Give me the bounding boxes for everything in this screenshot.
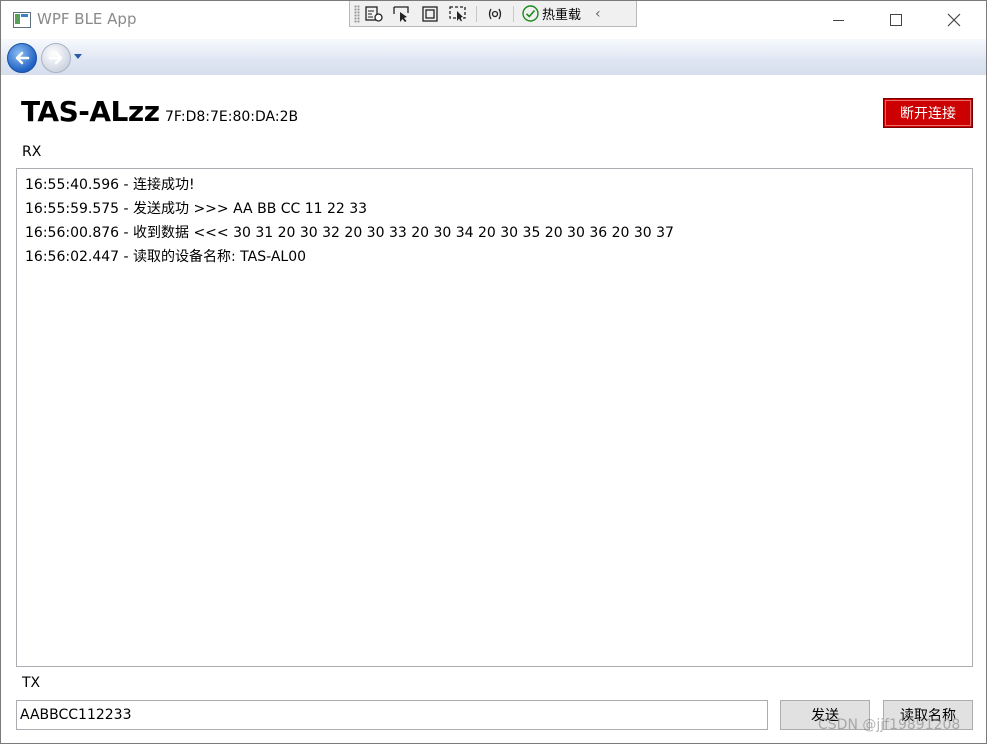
device-address: 7F:D8:7E:80:DA:2B [165,109,299,125]
history-dropdown-icon[interactable] [74,54,82,59]
app-icon [13,12,31,28]
rx-log[interactable]: 16:55:40.596 - 连接成功! 16:55:59.575 - 发送成功… [16,168,973,667]
select-element-button[interactable] [388,3,416,25]
check-circle-icon [522,5,539,22]
log-line: 16:55:59.575 - 发送成功 >>> AA BB CC 11 22 3… [25,201,368,217]
live-visual-tree-button[interactable] [360,3,388,25]
visual-tree-icon [365,5,383,22]
close-icon [947,13,961,27]
select-element-icon [393,5,409,22]
minimize-icon [832,19,844,21]
maximize-icon [890,14,902,26]
forward-button[interactable] [41,43,71,73]
close-button[interactable] [931,5,977,35]
arrow-right-icon [48,51,63,65]
back-button[interactable] [7,43,37,73]
watermark: CSDN @jjf19891208 [818,717,961,733]
app-window: WPF BLE App 热重载 ‹ TAS-ALzz 7F:D8:7E:80:D… [0,0,987,744]
minimize-button[interactable] [815,5,861,35]
disconnect-button[interactable]: 断开连接 [883,98,973,128]
binding-failures-button[interactable] [481,3,509,25]
log-line: 16:55:40.596 - 连接成功! [25,177,195,193]
hot-reload-status[interactable]: 热重载 [522,4,581,23]
log-line: 16:56:00.876 - 收到数据 <<< 30 31 20 30 32 2… [25,225,674,241]
tx-label: TX [22,675,41,691]
window-title: WPF BLE App [37,10,137,28]
track-focus-button[interactable] [444,3,472,25]
rx-label: RX [22,144,42,160]
log-line: 16:56:02.447 - 读取的设备名称: TAS-AL00 [25,249,307,265]
hot-reload-label: 热重载 [542,8,582,23]
binding-icon [488,8,502,19]
navigation-bar [1,39,986,75]
device-name: TAS-ALzz [21,95,160,128]
tx-input[interactable] [16,700,768,730]
collapse-toolbar-icon[interactable]: ‹ [595,6,601,22]
toolbar-separator [476,5,477,22]
maximize-button[interactable] [873,5,919,35]
toolbar-separator [513,5,514,22]
track-focus-icon [449,5,466,21]
display-layout-adorners-button[interactable] [416,3,444,25]
layout-adorner-icon [422,5,438,22]
arrow-left-icon [15,51,30,65]
xaml-debug-toolbar: 热重载 ‹ [349,1,637,27]
